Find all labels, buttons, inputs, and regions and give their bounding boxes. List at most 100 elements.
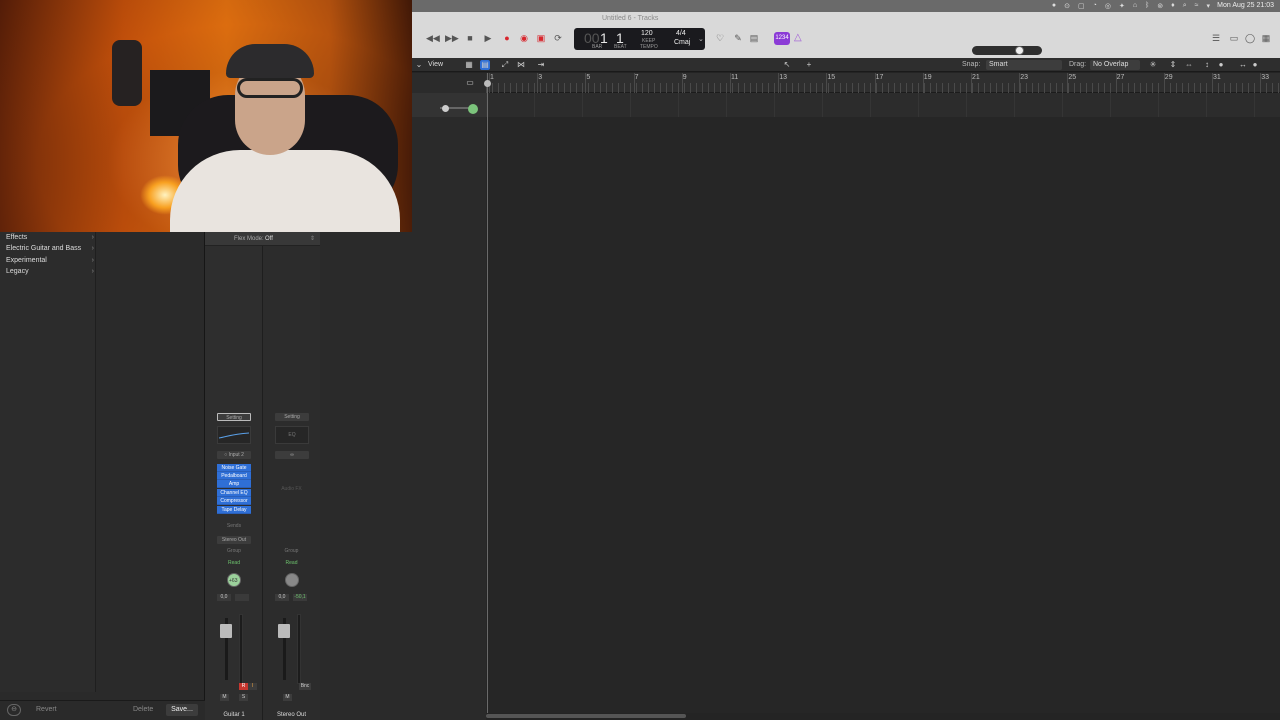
status-icon[interactable]: ✦ <box>1119 2 1125 10</box>
lcd-display[interactable]: 00 1 1 BAR BEAT 120 KEEP TEMPO 4/4 Cmaj … <box>574 28 705 50</box>
zoom-knob-icon[interactable]: ● <box>1250 60 1260 70</box>
snap-select[interactable]: Smart <box>986 60 1062 70</box>
pointer-tool-icon[interactable]: ↖ <box>782 60 792 70</box>
input-button[interactable]: ○ Input 2 <box>217 451 251 459</box>
input-monitor-button[interactable]: I <box>248 683 257 690</box>
stop-button[interactable]: ■ <box>464 32 476 44</box>
count-in-button[interactable]: 1234 <box>774 32 790 45</box>
tuner-icon[interactable]: ♡ <box>714 32 726 44</box>
status-icon[interactable]: ▾ <box>1206 2 1210 10</box>
group-button[interactable]: Group <box>205 548 263 554</box>
fast-forward-button[interactable]: ▶▶ <box>445 32 459 44</box>
volume-value[interactable]: 0,0 <box>217 594 231 601</box>
replace-record-icon[interactable]: ▣ <box>535 32 547 44</box>
pan-knob[interactable] <box>285 573 299 587</box>
pencil-tool-icon[interactable]: + <box>804 60 814 70</box>
global-tracks-icon[interactable]: ▭ <box>465 78 475 88</box>
status-icon[interactable]: ◎ <box>1105 2 1111 10</box>
lcd-signature[interactable]: 4/4 <box>676 30 686 37</box>
status-icon[interactable]: ⌂ <box>1133 2 1137 10</box>
volume-fader-cap[interactable] <box>220 624 232 638</box>
automation-icon[interactable]: ⤢ <box>500 60 510 70</box>
playhead-handle[interactable] <box>484 80 491 87</box>
playhead[interactable] <box>487 73 488 713</box>
mute-button[interactable]: M <box>283 694 292 701</box>
metronome-icon[interactable]: △ <box>794 32 802 43</box>
group-button[interactable]: Group <box>263 548 320 554</box>
marquee-icon[interactable]: ⇥ <box>536 60 546 70</box>
status-icon[interactable]: ⊚ <box>1157 2 1163 10</box>
horizontal-zoom-icon[interactable]: ↔ <box>1238 60 1248 70</box>
library-item-electric-guitar[interactable]: Electric Guitar and Bass › <box>6 245 94 252</box>
plugin-slot[interactable]: Noise Gate <box>217 464 251 472</box>
status-icon[interactable]: ◔ <box>1093 2 1097 10</box>
status-icon[interactable]: ᛒ <box>1145 2 1149 10</box>
setting-button[interactable]: Setting <box>217 413 251 421</box>
plugin-slot[interactable]: Compressor <box>217 497 251 505</box>
lcd-key[interactable]: Cmaj <box>674 39 690 46</box>
rewind-button[interactable]: ◀◀ <box>426 32 440 44</box>
audio-fx-slot[interactable]: Audio FX <box>263 486 320 492</box>
settings-icon[interactable]: ⊖ <box>7 704 21 716</box>
status-icon[interactable]: ♦ <box>1171 2 1175 10</box>
volume-value[interactable]: 0,0 <box>275 594 289 601</box>
lcd-chevron-icon[interactable]: ⌄ <box>698 35 704 43</box>
record-button[interactable]: ● <box>501 32 513 44</box>
record-enable-button[interactable]: R <box>239 683 248 690</box>
revert-button[interactable]: Revert <box>36 706 57 713</box>
flex-icon[interactable]: ⋈ <box>516 60 526 70</box>
list-editors-icon[interactable]: ☰ <box>1210 32 1222 44</box>
view-menu[interactable]: View <box>428 61 443 68</box>
drag-select[interactable]: No Overlap <box>1090 60 1140 70</box>
bounce-button[interactable]: Bnc <box>299 683 311 690</box>
track-lane[interactable] <box>486 93 1280 117</box>
plugin-slot[interactable]: Tape Delay <box>217 506 251 514</box>
cycle-icon[interactable]: ⟳ <box>552 32 564 44</box>
status-icon[interactable]: ▢ <box>1078 2 1085 10</box>
save-button[interactable]: Save... <box>166 704 198 716</box>
master-volume-slider[interactable] <box>972 46 1042 55</box>
link-button[interactable]: ∞ <box>275 451 309 459</box>
status-icon[interactable]: ● <box>1052 2 1056 10</box>
output-button[interactable]: Stereo Out <box>217 536 251 544</box>
flex-mode-value[interactable]: Off <box>265 236 273 242</box>
score-icon[interactable]: ▤ <box>748 32 760 44</box>
status-icon[interactable]: ⌕ <box>1183 2 1187 10</box>
plugin-slot[interactable]: Channel EQ <box>217 489 251 497</box>
solo-button[interactable]: S <box>239 694 248 701</box>
plugin-slot[interactable]: Pedalboard <box>217 472 251 480</box>
pencil-icon[interactable]: ✎ <box>732 32 744 44</box>
library-item-experimental[interactable]: Experimental › <box>6 257 94 264</box>
track-pan-knob[interactable] <box>468 104 478 114</box>
library-item-legacy[interactable]: Legacy › <box>6 268 94 275</box>
catch-icon[interactable]: ▤ <box>480 60 490 70</box>
mute-button[interactable]: M <box>220 694 229 701</box>
automation-mode[interactable]: Read <box>263 560 320 566</box>
waveform-zoom-icon[interactable]: ✳ <box>1148 60 1158 70</box>
setting-button[interactable]: Setting <box>275 413 309 421</box>
bar-ruler[interactable]: 1 3 5 7 9 11 13 15 17 19 21 23 25 27 29 31 33 <box>486 73 1280 93</box>
automation-mode[interactable]: Read <box>205 560 263 566</box>
sends-label[interactable]: Sends <box>205 523 263 529</box>
status-icon[interactable]: ≈ <box>1195 2 1199 10</box>
master-volume-knob[interactable] <box>1014 46 1024 55</box>
chevron-updown-icon[interactable]: ⇕ <box>310 235 315 242</box>
track-header[interactable] <box>412 93 486 117</box>
plugin-slot[interactable]: Amp <box>217 480 251 488</box>
tracks-area[interactable] <box>486 117 1280 713</box>
pan-knob[interactable]: +63 <box>227 573 241 587</box>
eq-slot[interactable]: EQ <box>275 426 309 444</box>
library-item-effects[interactable]: Effects › <box>6 234 94 241</box>
vertical-zoom-icon[interactable]: ↕ <box>1202 60 1212 70</box>
capture-record-icon[interactable]: ◉ <box>518 32 530 44</box>
eq-thumbnail[interactable] <box>217 426 251 444</box>
zoom-dot-icon[interactable]: ● <box>1216 60 1226 70</box>
chevron-down-icon[interactable]: ⌄ <box>414 60 424 70</box>
browser-icon[interactable]: ▦ <box>1260 32 1272 44</box>
loop-browser-icon[interactable]: ◯ <box>1244 32 1256 44</box>
track-volume-knob[interactable] <box>442 105 449 112</box>
horizontal-scrollbar[interactable] <box>486 714 686 718</box>
delete-button[interactable]: Delete <box>133 706 153 713</box>
strip-name[interactable]: Guitar 1 <box>205 712 263 718</box>
lcd-tempo[interactable]: 120 <box>641 30 653 37</box>
